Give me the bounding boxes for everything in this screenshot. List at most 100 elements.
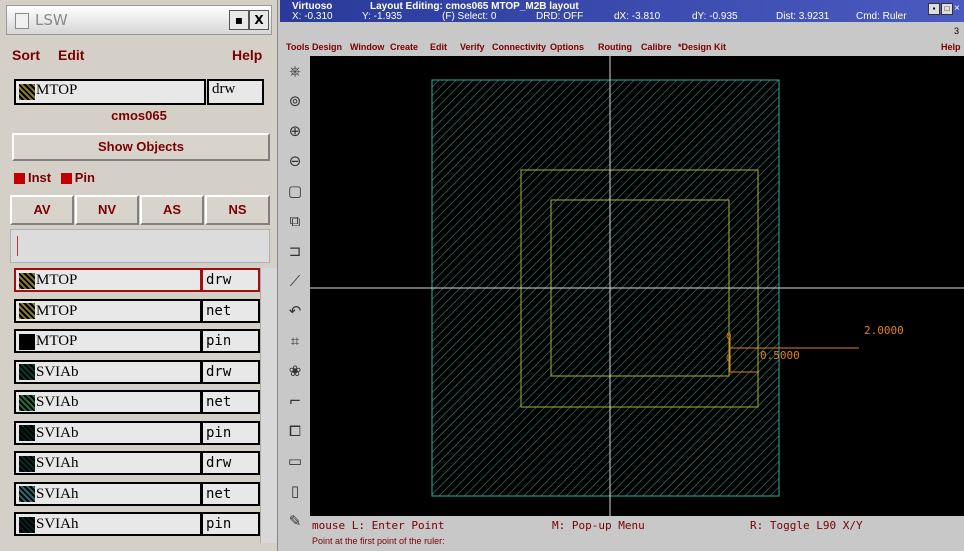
layer-name-box[interactable]: SVIAh (14, 481, 202, 506)
minimize-icon[interactable]: ▪ (928, 3, 940, 15)
mouse-middle-hint: M: Pop-up Menu (552, 519, 645, 532)
layer-purpose-box[interactable]: net (201, 390, 260, 414)
menu-item[interactable]: Verify (460, 42, 485, 52)
layer-row[interactable]: SVIAb pin (10, 420, 260, 445)
menu-item[interactable]: Connectivity (492, 42, 546, 52)
maximize-icon[interactable]: □ (941, 3, 953, 15)
grid-icon[interactable]: ⌗ (283, 328, 307, 354)
icon-toolbar: ⎈ ⊚ ⊕ ⊖ ▢ ⧉ ⊐ ⟋ ↶ ⌗ ❀ ⌐ ⧠ ▭ ▯ ✎ (280, 58, 310, 551)
layer-purpose: pin (206, 333, 232, 349)
layer-row[interactable]: SVIAb net (10, 390, 260, 414)
ruler-label-inner: 0.5000 (760, 349, 800, 362)
layer-row[interactable]: SVIAb drw (10, 359, 260, 384)
layer-name-box[interactable]: MTOP (14, 329, 202, 353)
zoom-in-icon[interactable]: ⊕ (283, 118, 307, 144)
corner-number: 3 (954, 26, 960, 36)
virtuoso-titlebar: Virtuoso Layout Editing: cmos065 MTOP_M2… (280, 0, 964, 22)
nv-button[interactable]: NV (75, 195, 139, 225)
layer-name: SVIAb (36, 363, 79, 380)
pin-toggle[interactable]: Pin (60, 170, 95, 185)
layer-name-box[interactable]: MTOP (14, 298, 202, 323)
layer-swatch-icon (19, 364, 35, 381)
layer-purpose-box[interactable]: drw (201, 268, 260, 292)
fit-icon[interactable]: ⊚ (283, 88, 307, 114)
minimize-button[interactable]: ▪ (229, 10, 249, 30)
ruler-icon[interactable]: ⟋ (283, 268, 307, 294)
pan-icon[interactable]: ⧉ (283, 208, 307, 234)
menu-help[interactable]: Help (941, 42, 961, 52)
close-icon[interactable]: × (954, 3, 960, 14)
layer-filter-input[interactable] (10, 229, 270, 263)
current-layer-purpose-box[interactable]: drw (207, 79, 264, 105)
menu-item[interactable]: Design (312, 42, 342, 52)
menu-item[interactable]: Tools (286, 42, 309, 52)
current-layer-name-box[interactable]: MTOP (14, 79, 206, 105)
current-layer[interactable]: MTOP drw (14, 79, 264, 105)
ruler-tick-label-a: 0 (726, 332, 731, 342)
delta-y: dY: -0.935 (692, 11, 738, 22)
layout-canvas[interactable]: 2.0000 0.5000 0 0 (310, 56, 964, 516)
menu-item[interactable]: Edit (430, 42, 447, 52)
text-cursor-icon (17, 236, 18, 256)
layer-purpose-box[interactable]: pin (201, 329, 260, 353)
undo-icon[interactable]: ↶ (283, 298, 307, 324)
layer-swatch-icon (19, 425, 35, 442)
layer-row[interactable]: MTOP drw (10, 268, 260, 292)
menu-item[interactable]: *Design Kit (678, 42, 726, 52)
layer-purpose-box[interactable]: pin (201, 512, 260, 536)
av-button[interactable]: AV (10, 195, 74, 225)
menu-item[interactable]: Calibre (641, 42, 672, 52)
ruler-label-outer: 2.0000 (864, 324, 904, 337)
layer-name-box[interactable]: SVIAb (14, 359, 202, 384)
label-icon[interactable]: ▭ (283, 448, 307, 474)
ns-button[interactable]: NS (205, 195, 270, 225)
layer-name-box[interactable]: SVIAh (14, 512, 202, 536)
layer-purpose: net (206, 394, 232, 410)
inst-pin-row: Inst Pin (14, 170, 95, 185)
layer-name-box[interactable]: SVIAb (14, 390, 202, 414)
zoom-box-icon[interactable]: ▢ (283, 178, 307, 204)
layer-swatch-icon (19, 303, 35, 320)
inst-toggle[interactable]: Inst (14, 170, 51, 185)
layer-purpose: pin (206, 516, 232, 532)
layer-purpose-box[interactable]: net (201, 481, 260, 506)
show-objects-button[interactable]: Show Objects (12, 133, 270, 161)
layer-row[interactable]: SVIAh net (10, 481, 260, 506)
save-icon[interactable]: ⎈ (283, 58, 307, 84)
menu-help[interactable]: Help (232, 47, 262, 63)
layer-row[interactable]: MTOP net (10, 298, 260, 323)
virtuoso-menubar: Tools Design Window Create Edit Verify Connect… (280, 40, 964, 56)
layer-row[interactable]: SVIAh drw (10, 451, 260, 475)
layer-purpose-box[interactable]: pin (201, 420, 260, 445)
menu-edit[interactable]: Edit (58, 47, 84, 63)
menu-item[interactable]: Options (550, 42, 584, 52)
copy-icon[interactable]: ⧠ (283, 418, 307, 444)
mouse-left-hint: mouse L: Enter Point (312, 519, 445, 532)
layer-name: SVIAb (36, 424, 79, 441)
layer-purpose-box[interactable]: net (201, 298, 260, 323)
menu-item[interactable]: Routing (598, 42, 632, 52)
path-icon[interactable]: ⌐ (283, 388, 307, 414)
layer-row[interactable]: MTOP pin (10, 329, 260, 353)
menu-item[interactable]: Window (350, 42, 384, 52)
layer-purpose-box[interactable]: drw (201, 359, 260, 384)
pencil-icon[interactable]: ✎ (283, 508, 307, 534)
layer-row[interactable]: SVIAh pin (10, 512, 260, 536)
layer-swatch-icon (19, 84, 35, 100)
layer-list-scrollbar[interactable] (260, 268, 277, 543)
layer-name-box[interactable]: SVIAh (14, 451, 202, 475)
menu-item[interactable]: Create (390, 42, 418, 52)
as-button[interactable]: AS (140, 195, 204, 225)
layer-name-box[interactable]: SVIAb (14, 420, 202, 445)
layer-name: SVIAh (36, 485, 79, 502)
layer-name-box[interactable]: MTOP (14, 268, 202, 292)
layer-purpose-box[interactable]: drw (201, 451, 260, 475)
page-icon[interactable]: ▯ (283, 478, 307, 504)
menu-sort[interactable]: Sort (12, 47, 40, 63)
stretch-icon[interactable]: ⊐ (283, 238, 307, 264)
lsw-titlebar: LSW ▪ X (6, 5, 272, 35)
layer-name: SVIAh (36, 455, 79, 471)
zoom-out-icon[interactable]: ⊖ (283, 148, 307, 174)
route-icon[interactable]: ❀ (283, 358, 307, 384)
close-button[interactable]: X (249, 10, 269, 30)
